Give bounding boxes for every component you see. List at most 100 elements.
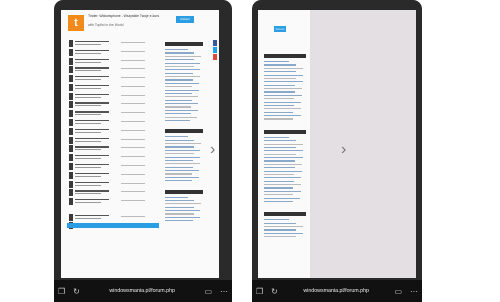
thread-row[interactable] <box>69 110 157 118</box>
sidebar-link[interactable] <box>165 79 193 81</box>
sidebar-link[interactable] <box>264 84 296 86</box>
sidebar-link[interactable] <box>264 219 290 221</box>
sidebar-link[interactable] <box>264 200 293 203</box>
sidebar-link[interactable] <box>165 210 201 212</box>
sidebar-link[interactable] <box>165 203 201 205</box>
sidebar-link[interactable] <box>264 167 295 169</box>
browser-viewport[interactable]: t Tinder: Widowsphone - Wszystkie Twoje … <box>61 10 219 278</box>
sidebar-link[interactable] <box>264 236 296 238</box>
sidebar-link[interactable] <box>264 177 302 179</box>
twitter-icon[interactable] <box>213 47 217 53</box>
sidebar-link[interactable] <box>264 71 296 73</box>
thread-row[interactable] <box>69 40 157 48</box>
reading-view-icon[interactable]: ▭ <box>394 287 402 296</box>
sidebar-link[interactable] <box>165 82 200 84</box>
thread-row[interactable] <box>69 119 157 127</box>
sidebar-link[interactable] <box>165 216 200 218</box>
sidebar-link[interactable] <box>264 153 296 155</box>
thread-row[interactable] <box>69 154 157 162</box>
thread-row[interactable] <box>69 66 157 74</box>
sidebar-link[interactable] <box>165 92 192 95</box>
sidebar-link[interactable] <box>264 180 294 182</box>
sidebar-link[interactable] <box>165 103 199 105</box>
copy-icon[interactable]: ❐ <box>58 287 65 296</box>
sidebar-link[interactable] <box>264 136 290 138</box>
sidebar-link[interactable] <box>264 118 293 120</box>
sidebar-link[interactable] <box>264 64 297 66</box>
sidebar-link[interactable] <box>264 81 303 83</box>
sidebar-link[interactable] <box>165 113 191 115</box>
sidebar-link[interactable] <box>165 159 194 162</box>
sidebar-link[interactable] <box>264 150 304 152</box>
sidebar-link[interactable] <box>165 99 192 101</box>
ad-install-button[interactable]: Zobacz <box>176 16 194 23</box>
sidebar-link[interactable] <box>165 62 201 64</box>
forum-button[interactable]: Forum <box>274 26 286 32</box>
sidebar-link[interactable] <box>264 229 296 231</box>
sidebar-link[interactable] <box>264 67 304 69</box>
sidebar-link[interactable] <box>165 119 191 122</box>
sidebar-link[interactable] <box>165 196 188 198</box>
thread-row[interactable] <box>69 83 157 92</box>
sidebar-link[interactable] <box>264 104 294 107</box>
sidebar-link[interactable] <box>165 76 200 78</box>
facebook-icon[interactable] <box>213 40 217 46</box>
thread-row[interactable] <box>69 213 157 222</box>
sidebar-link[interactable] <box>264 143 304 145</box>
sidebar-link[interactable] <box>165 176 199 178</box>
sidebar-link[interactable] <box>165 106 192 108</box>
thread-row[interactable] <box>69 101 157 109</box>
sidebar-link[interactable] <box>264 94 302 96</box>
sidebar-link[interactable] <box>165 149 201 151</box>
copy-icon[interactable]: ❐ <box>256 287 263 296</box>
sidebar-link[interactable] <box>165 156 200 158</box>
sidebar-link[interactable] <box>264 222 297 224</box>
sidebar-link[interactable] <box>264 232 304 234</box>
sidebar-link[interactable] <box>165 173 193 175</box>
thread-row[interactable] <box>69 75 157 83</box>
sidebar-link[interactable] <box>165 136 188 138</box>
thread-row[interactable] <box>69 136 157 145</box>
sidebar-link[interactable] <box>165 166 193 168</box>
sidebar-link[interactable] <box>165 55 201 57</box>
thread-row[interactable] <box>69 145 157 153</box>
thread-row[interactable] <box>69 180 157 189</box>
sidebar-link[interactable] <box>264 163 303 165</box>
browser-viewport[interactable]: Forum <box>258 10 416 278</box>
sidebar-link[interactable] <box>264 108 301 110</box>
sidebar-link[interactable] <box>264 115 301 117</box>
sidebar-link[interactable] <box>165 199 195 202</box>
refresh-icon[interactable]: ↻ <box>271 287 278 296</box>
sidebar-link[interactable] <box>165 170 200 172</box>
sidebar-link[interactable] <box>165 116 198 118</box>
sidebar-link[interactable] <box>165 65 194 68</box>
sidebar-link[interactable] <box>264 140 297 142</box>
more-icon[interactable]: ⋯ <box>410 287 418 296</box>
share-buttons[interactable] <box>213 40 217 61</box>
thread-row[interactable] <box>69 127 157 136</box>
refresh-icon[interactable]: ↻ <box>73 287 80 296</box>
sidebar-link[interactable] <box>264 226 304 228</box>
sidebar-link[interactable] <box>165 69 200 71</box>
sidebar-link[interactable] <box>165 220 194 222</box>
chevron-right-icon[interactable]: › <box>210 142 215 158</box>
sidebar-link[interactable] <box>165 143 201 145</box>
sidebar-link[interactable] <box>264 111 294 113</box>
sidebar-link[interactable] <box>264 98 295 100</box>
thread-row[interactable] <box>69 92 157 101</box>
sidebar-link[interactable] <box>165 146 194 148</box>
sidebar-link[interactable] <box>264 184 301 186</box>
sidebar-link[interactable] <box>264 88 303 90</box>
sidebar-link[interactable] <box>264 157 303 159</box>
address-bar[interactable]: windowsmania.pl/forum.php <box>282 288 391 294</box>
sidebar-link[interactable] <box>165 86 193 88</box>
sidebar-link[interactable] <box>165 139 195 141</box>
thread-row[interactable] <box>69 57 157 66</box>
google-plus-icon[interactable] <box>213 54 217 60</box>
sidebar-link[interactable] <box>165 72 194 74</box>
thread-row[interactable] <box>69 162 157 171</box>
sidebar-link[interactable] <box>264 146 296 149</box>
sidebar-link[interactable] <box>165 89 199 91</box>
thread-row[interactable] <box>69 189 157 197</box>
sidebar-link[interactable] <box>165 153 194 155</box>
